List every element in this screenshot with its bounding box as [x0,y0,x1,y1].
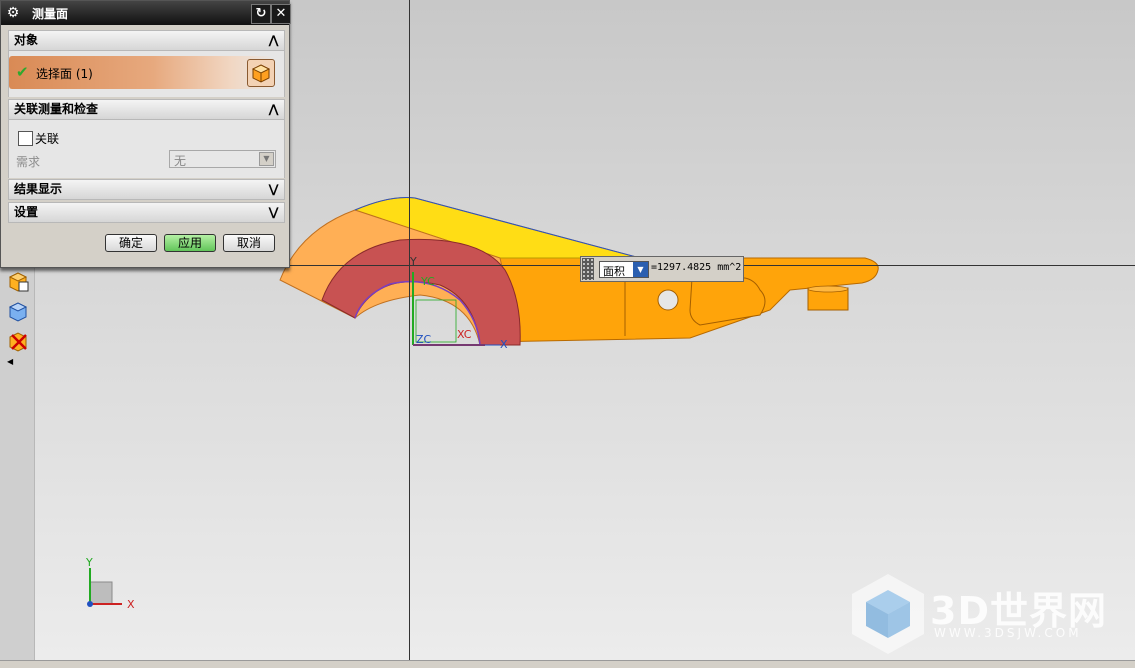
triad-x-label: X [127,598,135,611]
watermark-url: WWW.3DSJW.COM [934,626,1082,640]
watermark-cube-icon [852,574,924,654]
chevron-up-icon[interactable]: ⋀ [265,32,282,49]
chevron-up-icon[interactable]: ⋀ [265,101,282,118]
wcs-zc-label: ZC [416,333,432,346]
section-results-title: 结果显示 [14,182,63,196]
face-select-button[interactable] [247,59,275,87]
deselect-icon[interactable] [6,329,30,353]
chevron-down-icon[interactable]: ⋁ [265,204,282,221]
selection-toolbar: ◀ [0,265,35,660]
measure-value: =1297.4825 mm^2 [651,262,742,273]
close-icon[interactable]: ✕ [271,4,291,24]
reset-icon[interactable]: ↻ [251,4,271,24]
part-hole [657,289,679,311]
measurement-popup: 面积 ▼ =1297.4825 mm^2 [580,256,744,282]
section-associative-body [8,120,285,178]
section-settings-header[interactable]: 设置 ⋁ [8,202,285,223]
wcs-xc-label: XC [457,328,472,341]
wcs-x-label: X [500,338,508,351]
wcs-y-label: Y [409,255,417,268]
face-cube-icon [251,64,271,83]
chevron-down-icon[interactable]: ▼ [259,152,274,166]
watermark: 3D世界网 WWW.3DSJW.COM [850,570,1120,660]
wcs-yc-label: YC [420,275,435,288]
dialog-titlebar[interactable]: ⚙ 测量面 ↻ ✕ [1,1,291,25]
select-face-label: 选择面 (1) [36,67,93,81]
associate-label: 关联 [35,132,60,146]
section-associative-header[interactable]: 关联测量和检查 ⋀ [8,99,285,120]
expand-arrow-icon[interactable]: ◀ [7,357,13,366]
section-associative-title: 关联测量和检查 [14,102,99,116]
body-select-icon[interactable] [6,299,30,323]
gear-icon[interactable]: ⚙ [4,4,22,22]
drag-grip-icon[interactable] [582,258,594,280]
select-face-row[interactable]: ✔ 选择面 (1) [9,56,271,89]
section-settings-title: 设置 [14,205,39,219]
triad-y-label: Y [85,556,93,569]
part-arm-slot [689,277,766,326]
apply-button[interactable]: 应用 [164,234,216,252]
requirement-value: 无 [174,154,187,168]
box-select-icon[interactable] [6,269,30,293]
associate-checkbox[interactable] [18,131,33,146]
chevron-down-icon[interactable]: ▼ [633,262,648,277]
requirement-label: 需求 [16,155,41,169]
check-icon: ✔ [16,63,29,81]
dialog-title: 测量面 [32,7,69,21]
section-object-header[interactable]: 对象 ⋀ [8,30,285,51]
ok-button[interactable]: 确定 [105,234,157,252]
cancel-button[interactable]: 取消 [223,234,275,252]
crosshair-vertical [409,0,410,660]
measure-type-select[interactable]: 面积 ▼ [599,261,649,278]
chevron-down-icon[interactable]: ⋁ [265,181,282,198]
section-object-title: 对象 [14,33,39,47]
measure-face-dialog: ⚙ 测量面 ↻ ✕ 对象 ⋀ ✔ 选择面 (1) 关联测量和检查 ⋀ 关联 需求… [0,0,291,268]
measure-type-value: 面积 [603,265,625,278]
requirement-select[interactable]: 无 ▼ [169,150,276,168]
section-results-header[interactable]: 结果显示 ⋁ [8,179,285,200]
